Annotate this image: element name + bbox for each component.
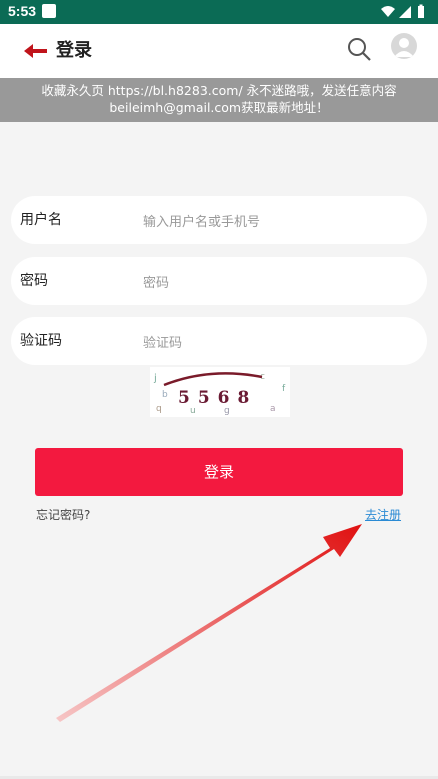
captcha-input[interactable]: 验证码 [143, 332, 182, 351]
status-bar: 5:53 [0, 0, 438, 24]
captcha-text: 5568 [178, 388, 257, 408]
search-icon[interactable] [346, 36, 372, 62]
svg-text:a: a [270, 404, 276, 414]
app-notification-icon [42, 4, 56, 18]
page-title: 登录 [56, 40, 92, 61]
captcha-label: 验证码 [20, 333, 62, 349]
forgot-password-link[interactable]: 忘记密码? [36, 506, 90, 523]
system-status-icons [381, 4, 424, 18]
captcha-image[interactable]: j b q u g c a f 5568 [150, 367, 290, 417]
username-label: 用户名 [20, 212, 62, 228]
svg-text:q: q [156, 404, 162, 414]
notice-line-1: 收藏永久页 https://bl.h8283.com/ 永不迷路哦，发送任意内容 [41, 83, 397, 98]
password-input[interactable]: 密码 [143, 272, 169, 291]
status-time: 5:53 [8, 3, 37, 19]
login-button[interactable]: 登录 [35, 448, 403, 496]
username-field[interactable]: 用户名 输入用户名或手机号 [11, 196, 427, 244]
back-arrow-icon[interactable] [22, 39, 48, 63]
username-input[interactable]: 输入用户名或手机号 [143, 211, 260, 230]
top-bar: 登录 [0, 24, 438, 78]
svg-text:j: j [153, 373, 157, 384]
avatar-icon[interactable] [391, 33, 417, 59]
notice-banner: 收藏永久页 https://bl.h8283.com/ 永不迷路哦，发送任意内容… [0, 78, 438, 122]
svg-text:b: b [162, 390, 168, 400]
password-field[interactable]: 密码 密码 [11, 257, 427, 305]
notice-line-2: beileimh@gmail.com获取最新地址！ [109, 100, 329, 115]
password-label: 密码 [20, 273, 48, 289]
register-link[interactable]: 去注册 [365, 506, 401, 523]
captcha-field[interactable]: 验证码 验证码 [11, 317, 427, 365]
svg-text:f: f [282, 384, 286, 394]
